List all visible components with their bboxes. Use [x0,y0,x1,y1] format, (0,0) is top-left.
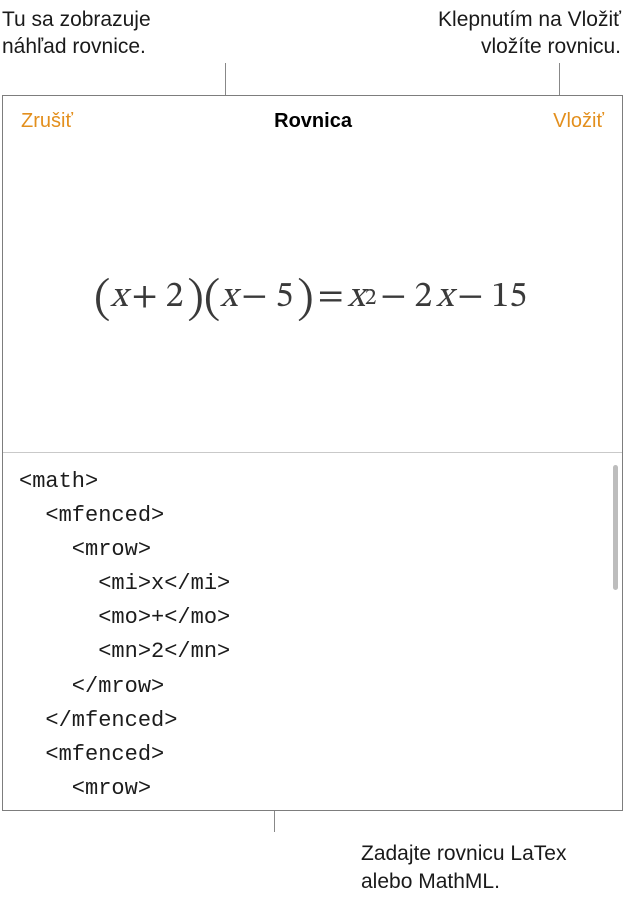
code-line: <mrow> [19,772,606,806]
code-line: <mo>+</mo> [19,601,606,635]
equation-token: 2 [162,275,188,320]
equation-token: ( [94,271,110,329]
equation-token: − [376,275,410,320]
code-line: <math> [19,465,606,499]
equation-token: − [453,275,487,320]
code-line: <mn>2</mn> [19,635,606,669]
equation-token: ( [204,271,220,329]
equation-token: ) [297,271,313,329]
code-line: </mfenced> [19,704,606,738]
cancel-button[interactable]: Zrušiť [21,110,73,133]
scrollbar[interactable] [613,465,618,590]
equation-token: x [348,275,365,320]
code-line: <mi>x</mi> [19,567,606,601]
equation-panel: Zrušiť Rovnica Vložiť (x+2)(x−5)=x2−2x−1… [2,95,623,811]
equation-token: − [238,275,272,320]
equation-token: 15 [487,275,531,320]
callout-editor: Zadajte rovnicu LaTex alebo MathML. [361,840,621,895]
equation-token: 2 [410,275,436,320]
equation-token: + [128,275,162,320]
equation-token: = [314,275,348,320]
equation-preview: (x+2)(x−5)=x2−2x−15 [3,143,622,452]
code-line: <mfenced> [19,738,606,772]
insert-button[interactable]: Vložiť [553,110,604,133]
equation-token: x [110,275,127,320]
equation-token: x [436,275,453,320]
code-editor[interactable]: <math> <mfenced> <mrow> <mi>x</mi> <mo>+… [3,452,622,810]
equation-token: x [220,275,237,320]
equation-token: ) [187,271,203,329]
panel-title: Rovnica [274,110,352,133]
toolbar: Zrušiť Rovnica Vložiť [3,96,622,143]
equation-token: 5 [271,275,297,320]
code-line: <mfenced> [19,499,606,533]
callout-insert: Klepnutím na Vložiť vložíte rovnicu. [381,6,621,61]
callout-preview: Tu sa zobrazuje náhľad rovnice. [2,6,202,61]
code-line: <mrow> [19,533,606,567]
code-line: </mrow> [19,670,606,704]
